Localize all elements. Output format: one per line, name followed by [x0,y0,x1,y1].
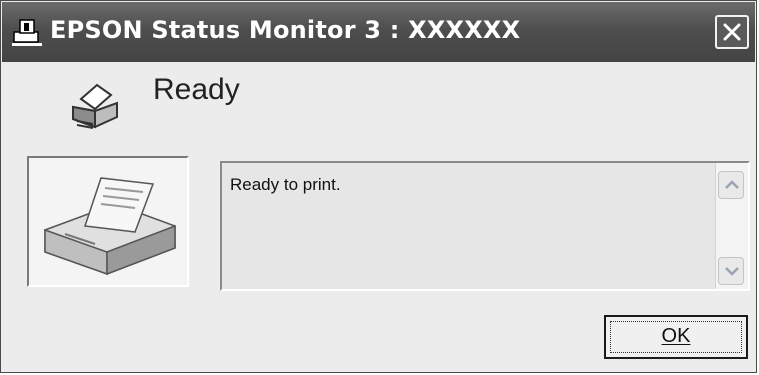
title-bar[interactable]: EPSON Status Monitor 3 : XXXXXX [2,2,755,62]
message-text: Ready to print. [230,175,341,194]
close-button[interactable] [715,15,749,49]
status-text: Ready [153,73,240,106]
ok-button-label: OK [661,325,691,347]
scroll-down-button[interactable] [718,257,744,285]
status-monitor-icon [12,16,44,48]
chevron-down-icon [725,267,739,276]
message-box: Ready to print. [220,161,750,291]
status-monitor-window: EPSON Status Monitor 3 : XXXXXX Ready Re… [0,0,757,373]
printer-icon [67,77,125,135]
printer-illustration [27,156,189,287]
ok-button[interactable]: OK [604,315,748,359]
window-title: EPSON Status Monitor 3 : XXXXXX [50,16,521,44]
scrollbar[interactable] [715,163,748,289]
close-icon [723,23,741,41]
scroll-up-button[interactable] [718,171,744,199]
chevron-up-icon [725,180,739,189]
